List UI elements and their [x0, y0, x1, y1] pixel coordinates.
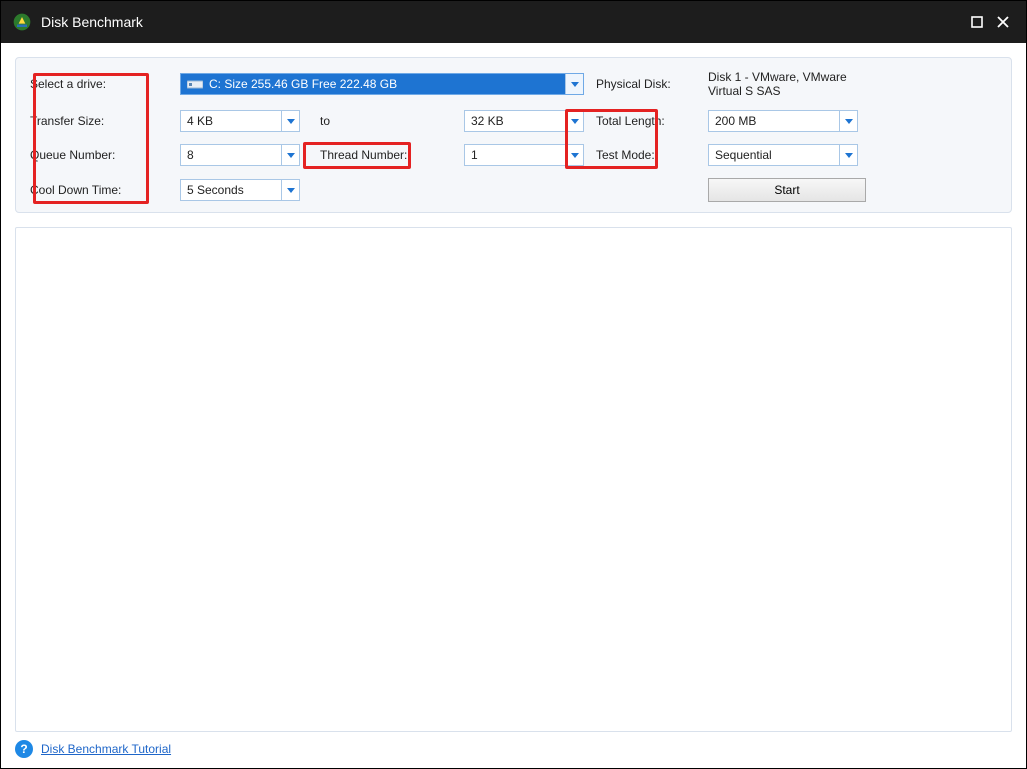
transfer-from-value: 4 KB [187, 114, 213, 128]
physical-disk-value: Disk 1 - VMware, VMware Virtual S SAS [708, 70, 868, 98]
cool-down-select[interactable]: 5 Seconds [180, 179, 300, 201]
label-total-length: Total Length: [596, 114, 696, 128]
chevron-down-icon [565, 111, 583, 131]
chevron-down-icon [839, 111, 857, 131]
label-transfer-size: Transfer Size: [30, 114, 168, 128]
dropdown-arrow-icon [565, 74, 583, 94]
start-button[interactable]: Start [708, 178, 866, 202]
test-mode-value: Sequential [715, 148, 772, 162]
label-queue-number: Queue Number: [30, 148, 168, 162]
window-title: Disk Benchmark [41, 14, 143, 30]
chevron-down-icon [281, 111, 299, 131]
total-length-select[interactable]: 200 MB [708, 110, 858, 132]
chevron-down-icon [565, 145, 583, 165]
close-button[interactable] [990, 9, 1016, 35]
thread-number-value: 1 [471, 148, 478, 162]
queue-number-value: 8 [187, 148, 194, 162]
drive-select[interactable]: C: Size 255.46 GB Free 222.48 GB [180, 73, 584, 95]
test-mode-select[interactable]: Sequential [708, 144, 858, 166]
footer: ? Disk Benchmark Tutorial [15, 740, 1012, 758]
chevron-down-icon [281, 180, 299, 200]
transfer-size-to-select[interactable]: 32 KB [464, 110, 584, 132]
label-cool-down: Cool Down Time: [30, 183, 168, 197]
transfer-to-value: 32 KB [471, 114, 504, 128]
chevron-down-icon [281, 145, 299, 165]
title-bar: Disk Benchmark [1, 1, 1026, 43]
label-to: to [312, 114, 452, 128]
drive-icon [187, 79, 203, 90]
label-test-mode: Test Mode: [596, 148, 696, 162]
label-physical-disk: Physical Disk: [596, 77, 696, 91]
tutorial-link[interactable]: Disk Benchmark Tutorial [41, 742, 171, 756]
results-area [15, 227, 1012, 732]
drive-select-text: C: Size 255.46 GB Free 222.48 GB [209, 77, 565, 91]
transfer-size-from-select[interactable]: 4 KB [180, 110, 300, 132]
app-icon [11, 11, 33, 33]
queue-number-select[interactable]: 8 [180, 144, 300, 166]
cool-down-value: 5 Seconds [187, 183, 244, 197]
total-length-value: 200 MB [715, 114, 756, 128]
help-icon: ? [15, 740, 33, 758]
chevron-down-icon [839, 145, 857, 165]
app-body: Select a drive: C: Size 255.46 GB Free 2… [1, 43, 1026, 768]
maximize-button[interactable] [964, 9, 990, 35]
settings-panel: Select a drive: C: Size 255.46 GB Free 2… [15, 57, 1012, 213]
label-thread-number: Thread Number: [312, 148, 452, 162]
label-select-drive: Select a drive: [30, 77, 168, 91]
thread-number-select[interactable]: 1 [464, 144, 584, 166]
